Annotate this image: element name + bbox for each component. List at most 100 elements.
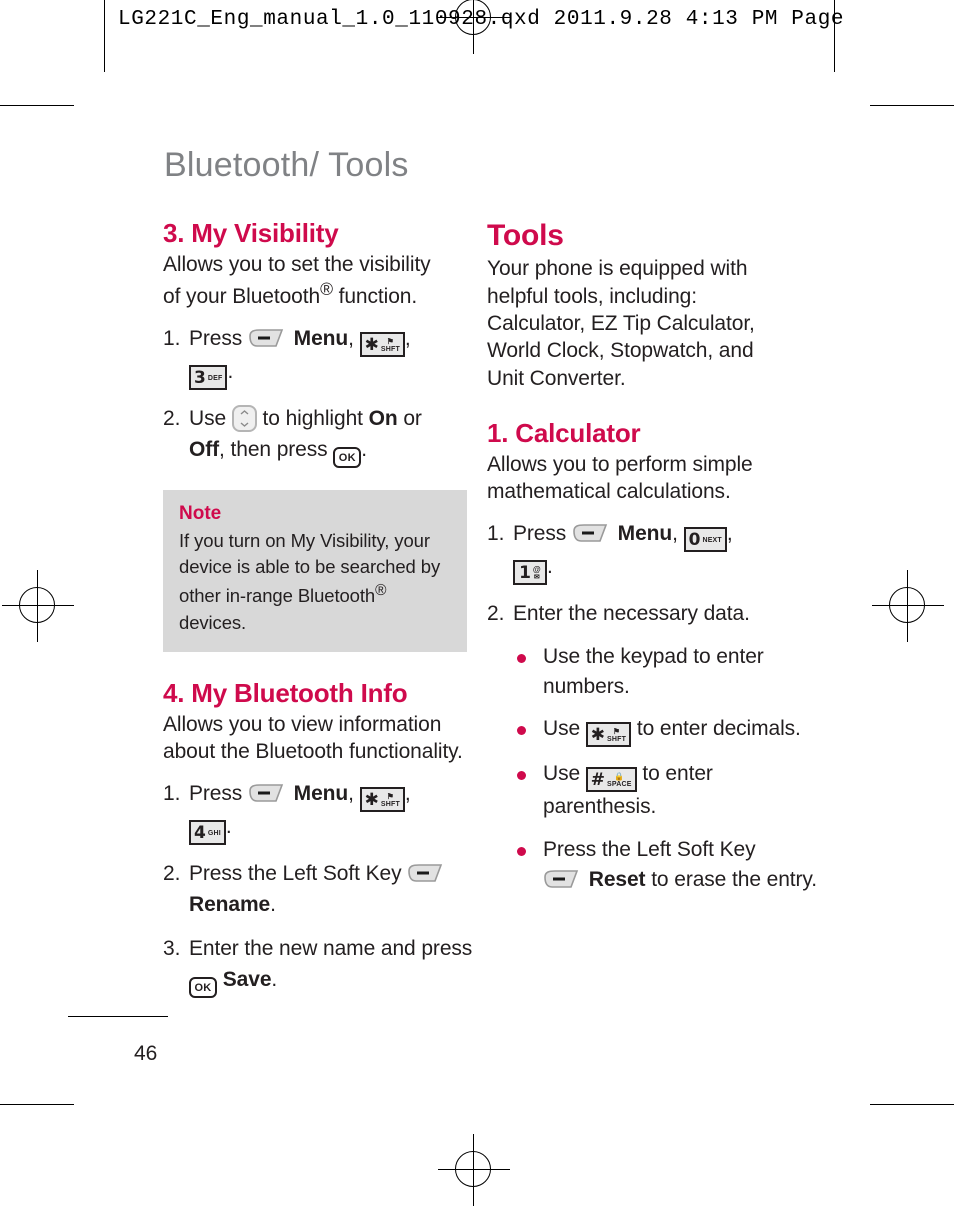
step-number: 2. — [163, 407, 181, 431]
bullet-dot-icon — [517, 759, 543, 822]
bullet-dot-icon — [517, 714, 543, 747]
left-column: 3. My Visibility Allows you to set the v… — [163, 218, 473, 998]
step-text-mid: to highlight — [256, 407, 369, 431]
step-bold-menu: Menu — [293, 327, 349, 351]
step-btinfo-3: 3. Enter the new name and press OK Save. — [163, 934, 473, 998]
my-visibility-intro-line1: Allows you to set the visibility — [163, 252, 431, 276]
list-item: Use ✱ ⚑ SHFT to enter decimals. — [517, 714, 817, 748]
tools-body-line5: Unit Converter. — [487, 366, 626, 390]
tools-body-line3: Calculator, EZ Tip Calculator, — [487, 311, 755, 335]
step-text-before: Enter the new name and press — [189, 937, 473, 961]
step-text: Enter the necessary data. — [513, 602, 750, 626]
star-shift-key-icon[interactable]: ✱ ⚑ SHFT — [359, 332, 405, 358]
step-text-after2: , — [404, 782, 411, 806]
step-btinfo-1: 1. Press Menu, ✱ ⚑ SHFT, 4 GHI. — [163, 779, 473, 846]
bt-info-intro-line1: Allows you to view information — [163, 712, 442, 736]
step-text: Enter the new name and press OK Save. — [189, 934, 473, 998]
step-text-before: Press — [189, 782, 248, 806]
step-text: Press Menu, 0 NEXT, 1 @ ✉. — [513, 519, 817, 586]
note-line2: device is able to be searched by — [179, 555, 441, 577]
bullet-text-after: to erase the entry. — [645, 868, 817, 892]
registered-mark-icon: ® — [320, 278, 333, 299]
step-number: 3. — [163, 937, 181, 961]
step-btinfo-2: 2. Press the Left Soft Key Rename. — [163, 859, 473, 920]
step-text-before: Use — [189, 407, 232, 431]
calculator-intro-line1: Allows you to perform simple — [487, 452, 753, 476]
left-soft-key-icon[interactable] — [572, 522, 612, 544]
step-visibility-2: 2. Use to highlight On or Off, then pres… — [163, 404, 473, 468]
heading-tools: Tools — [487, 219, 564, 252]
step-bold-off: Off — [189, 437, 220, 461]
left-soft-key-icon[interactable] — [543, 868, 583, 890]
registered-mark-icon: ® — [375, 582, 387, 600]
note-box: Note If you turn on My Visibility, your … — [163, 489, 467, 652]
step-text-after3: . — [225, 815, 232, 839]
step-bold-rename: Rename — [189, 892, 271, 916]
my-visibility-intro: Allows you to set the visibility of your… — [163, 251, 473, 311]
one-at-key-icon[interactable]: 1 @ ✉ — [513, 560, 547, 586]
three-def-key-icon[interactable]: 3 DEF — [189, 365, 228, 391]
tools-body-line4: World Clock, Stopwatch, and — [487, 339, 754, 363]
bullet-text-before: Press the Left Soft Key — [543, 837, 756, 861]
star-shift-key-icon[interactable]: ✱ ⚑ SHFT — [585, 722, 632, 748]
heading-my-visibility: 3. My Visibility — [163, 218, 339, 248]
bullet-text: Use # 🔒 SPACE to enter parenthesis. — [543, 759, 817, 822]
step-number: 1. — [163, 782, 181, 806]
step-text-after1: , — [672, 522, 684, 546]
calculator-bullet-list: Use the keypad to enter numbers. Use ✱ ⚑ S… — [487, 642, 817, 896]
step-text-after2: , then press — [219, 437, 334, 461]
left-soft-key-icon[interactable] — [248, 327, 288, 349]
note-line3a: other in-range Bluetooth — [179, 585, 376, 607]
bullet-bold-reset: Reset — [588, 868, 646, 892]
step-bold-menu: Menu — [293, 782, 349, 806]
step-number: 1. — [163, 327, 181, 351]
bt-info-intro-line2: about the Bluetooth functionality. — [163, 739, 463, 763]
list-item: Press the Left Soft Key Reset to erase t… — [517, 835, 817, 896]
step-text-after1: . — [271, 967, 278, 991]
note-line3b: devices. — [179, 611, 247, 633]
right-column: Tools Your phone is equipped with helpfu… — [487, 218, 817, 896]
step-number: 2. — [487, 602, 505, 626]
step-number: 2. — [163, 862, 181, 886]
step-text: Press the Left Soft Key Rename. — [189, 859, 473, 920]
four-ghi-key-icon[interactable]: 4 GHI — [189, 820, 226, 846]
left-soft-key-icon[interactable] — [248, 782, 288, 804]
step-bold-menu: Menu — [617, 522, 673, 546]
step-visibility-1: 1. Press Menu, ✱ ⚑ SHFT, 3 DEF. — [163, 324, 473, 391]
step-text-before: Press — [513, 522, 572, 546]
bullet-text: Use ✱ ⚑ SHFT to enter decimals. — [543, 714, 817, 748]
step-bold-on: On — [368, 407, 398, 431]
step-text-after1: . — [270, 892, 276, 916]
step-text-after2: , — [404, 327, 411, 351]
bullet-text: Press the Left Soft Key Reset to erase t… — [543, 835, 817, 896]
star-shift-key-icon[interactable]: ✱ ⚑ SHFT — [359, 787, 405, 813]
ok-key-icon[interactable]: OK — [189, 976, 217, 998]
step-number: 1. — [487, 522, 505, 546]
step-text-after1: , — [348, 782, 360, 806]
step-text-after2: , — [726, 522, 733, 546]
heading-calculator: 1. Calculator — [487, 417, 641, 448]
bullet-text-before: Use — [543, 717, 586, 741]
calculator-intro-line2: mathematical calculations. — [487, 479, 731, 503]
note-title: Note — [179, 502, 222, 524]
step-text-after1: , — [348, 327, 360, 351]
bullet-dot-icon — [517, 642, 543, 703]
zero-next-key-icon[interactable]: 0 NEXT — [683, 527, 727, 553]
list-item: Use the keypad to enter numbers. — [517, 642, 817, 703]
step-calculator-2: 2. Enter the necessary data. — [487, 599, 817, 629]
bullet-text-after: to enter decimals. — [631, 717, 801, 741]
left-soft-key-icon[interactable] — [407, 862, 447, 884]
step-text-after1: or — [397, 407, 422, 431]
step-bold-save: Save — [222, 967, 272, 991]
tools-body-line1: Your phone is equipped with — [487, 257, 748, 281]
my-visibility-intro-line2b: function. — [332, 284, 418, 308]
hash-space-key-icon[interactable]: # 🔒 SPACE — [585, 767, 637, 793]
bullet-dot-icon — [517, 835, 543, 896]
step-text: Press Menu, ✱ ⚑ SHFT, 4 GHI. — [189, 779, 473, 846]
my-visibility-intro-line2a: of your Bluetooth — [163, 284, 321, 308]
ok-key-icon[interactable]: OK — [333, 446, 362, 468]
navigation-pad-icon[interactable] — [231, 405, 257, 433]
step-text-after3: . — [361, 437, 368, 461]
heading-my-bluetooth-info: 4. My Bluetooth Info — [163, 677, 408, 708]
step-text-before: Press the Left Soft Key — [189, 862, 408, 886]
